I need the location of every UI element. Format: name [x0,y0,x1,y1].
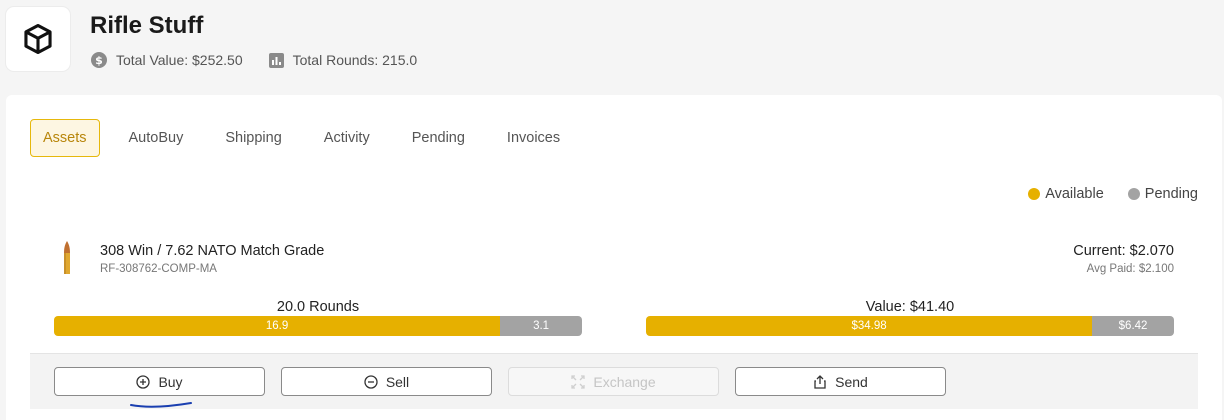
rounds-pending-segment: 3.1 [500,316,582,336]
rounds-bar: 16.9 3.1 [54,316,582,336]
rounds-label: 20.0 Rounds [276,299,360,315]
available-dot [1028,188,1041,200]
assets-card: Assets AutoBuy Shipping Activity Pending… [6,95,1222,420]
value-label: Value: $41.40 [865,299,955,315]
expand-arrows-icon [571,374,586,389]
minus-circle-icon [364,374,378,389]
rounds-bar-block: 20.0 Rounds 16.9 3.1 [54,298,582,336]
value-bar-block: Value: $41.40 $34.98 $6.42 [646,298,1174,336]
cube-icon [24,23,52,55]
bullet-icon [64,241,70,274]
value-available-text: $34.98 [851,320,887,332]
sell-button-label: Sell [385,373,410,390]
annotation-underline [130,402,192,408]
legend-available-label: Available [1045,186,1104,202]
tab-autobuy[interactable]: AutoBuy [116,119,197,157]
legend: Available Pending [1028,186,1198,202]
tab-pending[interactable]: Pending [399,119,478,157]
tab-shipping[interactable]: Shipping [212,119,294,157]
header-stats: $ Total Value: $252.50 Total Rounds: 215… [91,52,417,68]
value-pending-text: $6.42 [1118,320,1148,332]
bar-chart-icon [268,52,284,68]
action-bar: Buy Sell Exchange Send [30,353,1198,409]
send-button[interactable]: Send [735,367,946,396]
exchange-button[interactable]: Exchange [508,367,719,396]
tab-activity[interactable]: Activity [311,119,383,157]
page-title: Rifle Stuff [90,12,204,39]
item-sku: RF-308762-COMP-MA [100,263,217,275]
legend-pending-label: Pending [1144,186,1198,202]
pending-dot [1127,188,1140,200]
legend-available: Available [1028,186,1104,202]
app-logo [6,7,70,71]
share-upload-icon [814,374,826,389]
sell-button[interactable]: Sell [281,367,492,396]
rounds-available-segment: 16.9 [54,316,501,336]
rounds-available-text: 16.9 [265,320,289,332]
exchange-button-label: Exchange [593,373,656,390]
total-rounds-text: Total Rounds: 215.0 [292,52,418,68]
total-rounds-stat: Total Rounds: 215.0 [268,52,418,68]
value-bar: $34.98 $6.42 [646,316,1174,336]
rounds-pending-text: 3.1 [533,320,550,332]
tab-invoices[interactable]: Invoices [494,119,573,157]
current-price: Current: $2.070 [1073,243,1174,259]
total-value-text: Total Value: $252.50 [116,52,243,68]
svg-text:$: $ [95,54,103,67]
avg-paid: Avg Paid: $2.100 [1086,263,1174,275]
total-value-stat: $ Total Value: $252.50 [91,52,243,68]
tab-assets[interactable]: Assets [30,119,100,157]
item-name: 308 Win / 7.62 NATO Match Grade [100,243,325,259]
value-available-segment: $34.98 [646,316,1093,336]
plus-circle-icon [136,374,151,389]
legend-pending: Pending [1127,186,1198,202]
buy-button-label: Buy [158,373,183,390]
buy-button[interactable]: Buy [54,367,265,408]
send-button-label: Send [835,373,868,390]
value-pending-segment: $6.42 [1092,316,1174,336]
dollar-icon: $ [91,52,107,68]
tab-bar: Assets AutoBuy Shipping Activity Pending… [30,119,589,157]
